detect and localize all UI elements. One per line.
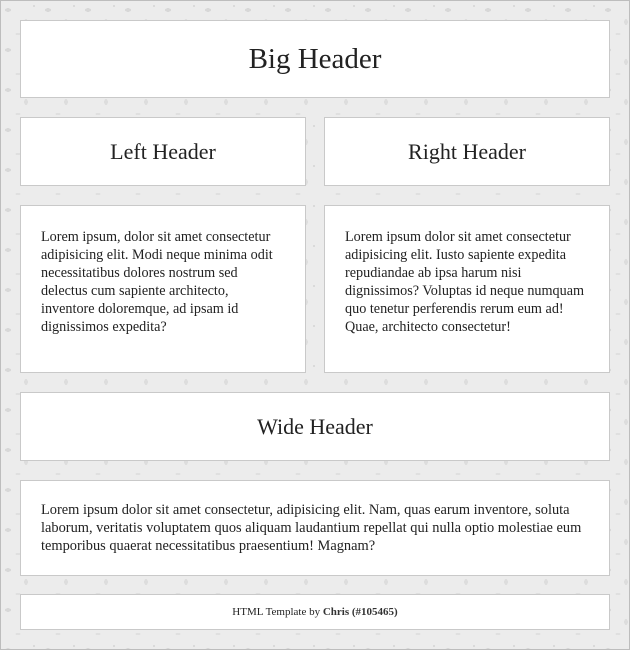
left-header: Left Header xyxy=(110,138,216,164)
footer-template-id: (#105465) xyxy=(351,606,398,618)
footer: HTML Template by Chris (#105465) xyxy=(20,594,610,630)
right-header-box: Right Header xyxy=(324,117,610,186)
big-header-box: Big Header xyxy=(20,20,610,98)
right-paragraph: Lorem ipsum dolor sit amet consectetur a… xyxy=(345,229,585,335)
footer-author[interactable]: Chris xyxy=(323,606,349,618)
wide-paragraph: Lorem ipsum dolor sit amet consectetur, … xyxy=(41,502,582,554)
big-header: Big Header xyxy=(248,42,382,75)
left-text-box: Lorem ipsum, dolor sit amet consectetur … xyxy=(20,205,306,373)
footer-prefix: HTML Template by xyxy=(232,606,323,618)
right-header: Right Header xyxy=(408,138,526,164)
wide-header: Wide Header xyxy=(257,413,373,439)
right-text-box: Lorem ipsum dolor sit amet consectetur a… xyxy=(324,205,610,373)
wide-header-box: Wide Header xyxy=(20,392,610,461)
left-paragraph: Lorem ipsum, dolor sit amet consectetur … xyxy=(41,229,273,335)
wide-text-box: Lorem ipsum dolor sit amet consectetur, … xyxy=(20,480,610,576)
left-header-box: Left Header xyxy=(20,117,306,186)
